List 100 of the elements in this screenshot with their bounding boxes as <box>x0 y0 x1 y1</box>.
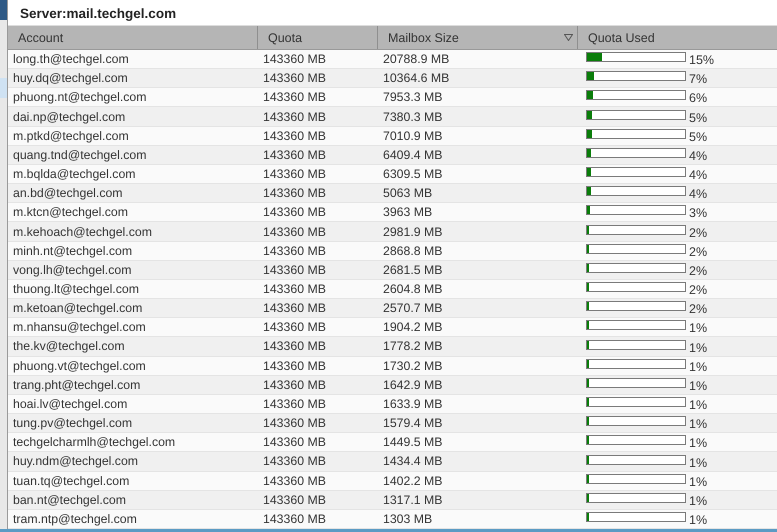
mailbox-size-cell-text: 10364.6 MB <box>382 70 450 88</box>
quota-cell-text: 143360 MB <box>262 128 327 145</box>
quota-percent: 1% <box>689 398 708 412</box>
account-cell-text: m.kehoach@techgel.com <box>12 224 153 241</box>
quota-percent: 7% <box>689 72 708 86</box>
quota-percent: 6% <box>689 91 708 106</box>
quota-percent: 2% <box>689 283 708 298</box>
account-cell-text: phuong.nt@techgel.com <box>12 89 148 106</box>
account-cell-text: long.th@techgel.com <box>12 51 130 68</box>
column-header[interactable]: Quota <box>258 26 378 49</box>
mailbox-size-cell-text: 2681.5 MB <box>382 262 444 279</box>
mailbox-size-cell-text: 1579.4 MB <box>382 415 444 432</box>
quota-percent: 1% <box>689 456 708 470</box>
quota-percent: 1% <box>689 494 708 508</box>
mailbox-size-cell-text: 7380.3 MB <box>382 108 444 126</box>
quota-percent: 1% <box>689 360 708 374</box>
mailbox-size-cell-text: 7010.9 MB <box>382 128 444 145</box>
quota-percent: 3% <box>689 206 708 220</box>
header-bar <box>0 0 7 20</box>
quota-cell-text: 143360 MB <box>262 415 327 432</box>
mailbox-size-cell-text: 1434.4 MB <box>382 453 444 470</box>
quota-cell-text: 143360 MB <box>262 376 327 394</box>
mailbox-size-cell-text: 6309.5 MB <box>382 166 444 184</box>
account-cell-text: huy.ndm@techgel.com <box>12 453 140 470</box>
quota-cell-text: 143360 MB <box>262 396 327 413</box>
quota-percent: 4% <box>689 187 708 202</box>
account-cell-text: ban.nt@techgel.com <box>12 492 127 509</box>
mailbox-size-cell-text: 2868.8 MB <box>382 242 444 260</box>
account-cell-text: m.ptkd@techgel.com <box>12 128 130 145</box>
column-header[interactable]: Mailbox Size <box>378 26 578 49</box>
account-cell-text: tram.ntp@techgel.com <box>12 510 138 528</box>
mailbox-size-cell-text: 1402.2 MB <box>382 472 444 490</box>
account-cell-text: quang.tnd@techgel.com <box>12 146 148 164</box>
mailbox-size-cell-text: 2981.9 MB <box>382 224 444 241</box>
account-cell-text: an.bd@techgel.com <box>12 185 124 202</box>
quota-cell-text: 143360 MB <box>262 204 327 222</box>
quota-cell-text: 143360 MB <box>262 280 327 298</box>
mailbox-size-cell-text: 3963 MB <box>382 204 434 222</box>
quota-percent: 1% <box>689 417 708 432</box>
quota-percent: 5% <box>689 130 708 144</box>
account-cell-text: m.bqlda@techgel.com <box>12 166 137 184</box>
mailbox-size-cell-text: 2604.8 MB <box>382 280 444 298</box>
mailbox-size-cell-text: 1317.1 MB <box>382 492 444 509</box>
quota-cell-text: 143360 MB <box>262 262 327 279</box>
quota-cell-text: 143360 MB <box>262 146 327 164</box>
account-cell-text: minh.nt@techgel.com <box>12 242 134 260</box>
quota-percent: 2% <box>689 244 708 259</box>
quota-percent: 1% <box>689 436 708 450</box>
account-cell-text: tuan.tq@techgel.com <box>12 472 130 490</box>
quota-cell-text: 143360 MB <box>262 453 327 470</box>
quota-cell-text: 143360 MB <box>262 492 327 509</box>
quota-cell-text: 143360 MB <box>262 89 327 106</box>
account-cell-text: the.kv@techgel.com <box>12 338 126 356</box>
quota-percent: 4% <box>689 168 708 182</box>
mailbox-size-cell-text: 20788.9 MB <box>382 51 450 68</box>
quota-percent: 15% <box>689 53 714 68</box>
quota-percent: 1% <box>689 474 708 489</box>
quota-percent: 4% <box>689 148 708 163</box>
mailbox-size-cell-text: 1633.9 MB <box>382 396 444 413</box>
account-cell-text: phuong.vt@techgel.com <box>12 358 147 375</box>
account-cell-text: dai.np@techgel.com <box>12 108 126 126</box>
column-header[interactable]: Quota Used <box>578 26 777 49</box>
quota-cell-text: 143360 MB <box>262 338 327 356</box>
account-cell-text: trang.pht@techgel.com <box>12 376 142 394</box>
sort-icon <box>564 34 573 41</box>
quota-percent: 2% <box>689 226 708 240</box>
quota-cell-text: 143360 MB <box>262 108 327 126</box>
account-cell-text: hoai.lv@techgel.com <box>12 396 128 413</box>
quota-cell-text: 143360 MB <box>262 472 327 490</box>
mailbox-size-cell-text: 1904.2 MB <box>382 319 444 336</box>
mailbox-size-cell-text: 7953.3 MB <box>382 89 444 106</box>
quota-percent: 2% <box>689 264 708 278</box>
account-cell-text: techgelcharmlh@techgel.com <box>12 434 176 452</box>
quota-cell-text: 143360 MB <box>262 166 327 184</box>
mailbox-size-cell-text: 2570.7 MB <box>382 300 444 318</box>
quota-cell-text: 143360 MB <box>262 358 327 375</box>
account-cell-text: tung.pv@techgel.com <box>12 415 134 432</box>
column-header[interactable]: Account <box>8 26 258 49</box>
account-cell-text: m.ktcn@techgel.com <box>12 204 129 222</box>
mailbox-size-cell-text: 6409.4 MB <box>382 146 444 164</box>
quota-cell-text: 143360 MB <box>262 319 327 336</box>
account-cell-text: vong.lh@techgel.com <box>12 262 132 279</box>
quota-percent: 1% <box>689 378 708 393</box>
quota-percent: 1% <box>689 321 708 336</box>
account-cell-text: huy.dq@techgel.com <box>12 70 129 88</box>
quota-cell-text: 143360 MB <box>262 185 327 202</box>
mailbox-size-cell-text: 1449.5 MB <box>382 434 444 452</box>
quota-percent: 1% <box>689 340 708 355</box>
quota-cell-text: 143360 MB <box>262 242 327 260</box>
mailbox-size-cell-text: 5063 MB <box>382 185 434 202</box>
quota-percent: 1% <box>689 512 708 527</box>
mailbox-size-cell-text: 1778.2 MB <box>382 338 444 356</box>
quota-percent: 2% <box>689 302 708 316</box>
mailbox-size-cell-text: 1730.2 MB <box>382 358 444 375</box>
quota-cell-text: 143360 MB <box>262 70 327 88</box>
quota-cell-text: 143360 MB <box>262 300 327 318</box>
quota-cell-text: 143360 MB <box>262 51 327 68</box>
selected-item <box>0 78 7 98</box>
account-cell-text: thuong.lt@techgel.com <box>12 280 140 298</box>
quota-percent: 5% <box>689 110 708 125</box>
